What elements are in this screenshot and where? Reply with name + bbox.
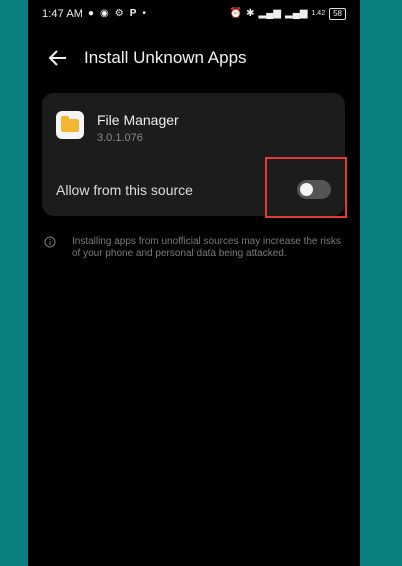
toggle-knob <box>300 183 313 196</box>
status-left-icons: ● ◉ ⚙ P • <box>88 8 146 20</box>
info-text: Installing apps from unofficial sources … <box>72 236 341 259</box>
info-icon <box>44 236 56 248</box>
camera-icon: ◉ <box>100 8 109 19</box>
back-button[interactable] <box>46 46 70 70</box>
p-icon: P <box>129 8 137 19</box>
app-version: 3.0.1.076 <box>97 132 143 144</box>
app-name: File Manager <box>97 112 179 128</box>
alarm-icon: ⏰ <box>229 8 243 19</box>
status-right-icons: ⏰ ✱ ▂▄▆ ▂▄▆ 1.42 58 <box>230 8 346 20</box>
signal-icon: ▂▄▆ <box>285 8 308 19</box>
page-title: Install Unknown Apps <box>84 48 247 67</box>
whatsapp-icon: ● <box>88 8 95 19</box>
arrow-left-icon <box>48 50 66 66</box>
status-time: 1:47 AM <box>42 8 84 20</box>
folder-shape <box>61 116 79 132</box>
bluetooth-icon: ✱ <box>246 8 255 19</box>
signal-4g-icon: ▂▄▆ <box>258 8 281 19</box>
phone-screen: 1:47 AM ● ◉ ⚙ P • ⏰ ✱ ▂▄▆ ▂▄▆ 1.42 58 In… <box>28 0 360 566</box>
battery-indicator: 58 <box>329 8 346 20</box>
gear-icon: ⚙ <box>114 8 124 19</box>
app-card: File Manager 3.0.1.076 Allow from this s… <box>42 93 345 216</box>
allow-label: Allow from this source <box>56 182 193 198</box>
status-bar: 1:47 AM ● ◉ ⚙ P • ⏰ ✱ ▂▄▆ ▂▄▆ 1.42 58 <box>28 0 360 30</box>
folder-icon <box>56 111 84 139</box>
network-speed: 1.42 <box>311 10 326 17</box>
allow-toggle[interactable] <box>297 180 331 199</box>
dot-icon: • <box>142 8 146 19</box>
header: Install Unknown Apps <box>28 40 360 76</box>
